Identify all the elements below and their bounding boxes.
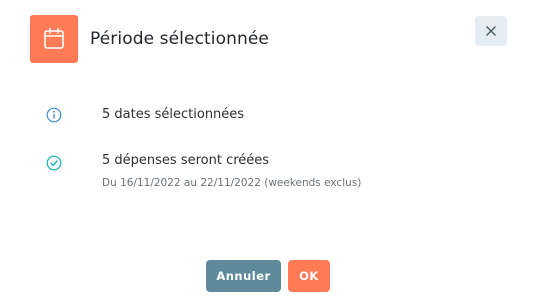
date-range-subtext: Du 16/11/2022 au 22/11/2022 (weekends ex…: [102, 177, 362, 189]
check-circle-icon: [46, 155, 62, 171]
dates-selected-text: 5 dates sélectionnées: [102, 107, 245, 122]
dialog-title: Période sélectionnée: [90, 29, 269, 49]
cancel-button[interactable]: Annuler: [206, 260, 281, 292]
expenses-created-text: 5 dépenses seront créées: [102, 153, 270, 168]
ok-button[interactable]: OK: [288, 260, 330, 292]
calendar-icon: [44, 27, 64, 49]
info-circle-icon: [46, 107, 62, 123]
close-icon: [486, 26, 496, 36]
close-button[interactable]: [475, 16, 507, 46]
header-icon-tile: [30, 15, 78, 63]
